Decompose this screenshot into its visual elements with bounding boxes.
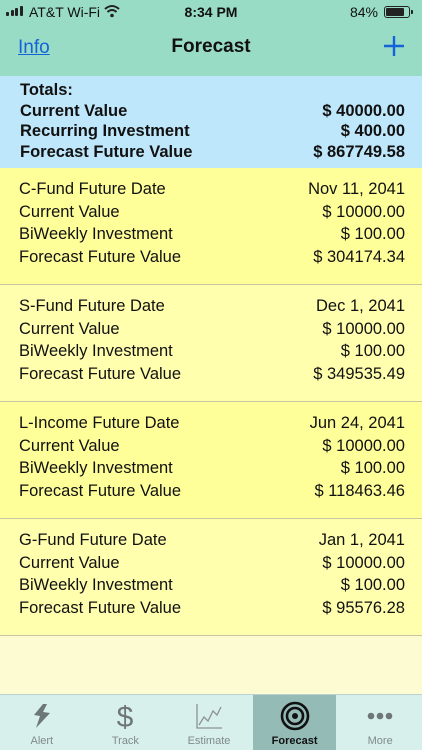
fund-current-label: Current Value	[19, 436, 120, 455]
svg-text:$: $	[117, 701, 134, 731]
fund-date-label: G-Fund Future Date	[19, 531, 167, 549]
fund-invest-label: BiWeekly Investment	[19, 576, 173, 595]
fund-date-label: L-Income Future Date	[19, 414, 180, 432]
fund-invest-value: $ 100.00	[340, 225, 405, 244]
fund-date-value: Jun 24, 2041	[309, 414, 405, 432]
totals-forecast-label: Forecast Future Value	[20, 142, 193, 161]
chart-icon	[196, 704, 222, 729]
totals-recurring-label: Recurring Investment	[20, 122, 190, 140]
fund-current-value: $ 10000.00	[322, 553, 405, 572]
dollar-icon: $	[117, 701, 134, 731]
totals-row: Forecast Future Value $ 867749.58	[20, 142, 405, 163]
fund-current-value: $ 10000.00	[322, 436, 405, 455]
fund-forecast-value: $ 304174.34	[313, 247, 405, 266]
fund-forecast-value: $ 95576.28	[322, 598, 405, 617]
battery-icon	[384, 6, 413, 18]
tab-track[interactable]: $ Track	[84, 695, 168, 750]
tab-label: Forecast	[271, 735, 318, 747]
lightning-icon	[33, 704, 50, 728]
fund-date-value: Jan 1, 2041	[318, 531, 405, 549]
fund-current-value: $ 10000.00	[322, 202, 405, 221]
fund-card-s[interactable]: S-Fund Future Date Dec 1, 2041 Current Va…	[0, 285, 422, 402]
fund-current-label: Current Value	[19, 202, 120, 221]
fund-forecast-label: Forecast Future Value	[19, 247, 182, 266]
page-title: Forecast	[171, 36, 251, 57]
tab-more[interactable]: More	[338, 695, 422, 750]
tab-label: Estimate	[187, 735, 231, 747]
totals-current-value: $ 40000.00	[322, 101, 405, 120]
fund-invest-value: $ 100.00	[340, 459, 405, 478]
fund-forecast-value: $ 118463.46	[314, 481, 405, 500]
totals-row: Current Value $ 40000.00	[20, 101, 405, 122]
battery-percent: 84%	[349, 4, 378, 20]
fund-current-value: $ 10000.00	[322, 319, 405, 338]
fund-date-label: S-Fund Future Date	[19, 297, 165, 315]
fund-card-l-income[interactable]: L-Income Future Date Jun 24, 2041 Current…	[0, 402, 422, 519]
more-icon	[367, 712, 393, 720]
totals-current-label: Current Value	[20, 101, 128, 120]
totals-heading: Totals:	[20, 81, 73, 99]
tab-alert[interactable]: Alert	[0, 695, 84, 750]
totals-panel: Totals: Current Value $ 40000.00 Recurri…	[0, 76, 422, 168]
tab-forecast[interactable]: Forecast	[252, 695, 337, 750]
fund-current-label: Current Value	[19, 319, 120, 338]
totals-heading-row: Totals:	[20, 80, 405, 101]
fund-current-label: Current Value	[19, 553, 120, 572]
fund-invest-label: BiWeekly Investment	[19, 342, 173, 361]
fund-card-c[interactable]: C-Fund Future Date Nov 11, 2041 Current V…	[0, 168, 422, 285]
plus-icon[interactable]	[383, 35, 405, 57]
status-bar: AT&T Wi-Fi 8:34 PM 84%	[0, 0, 422, 24]
fund-forecast-label: Forecast Future Value	[19, 598, 182, 617]
tab-label: Alert	[30, 735, 54, 747]
fund-date-value: Dec 1, 2041	[316, 297, 405, 315]
totals-recurring-value: $ 400.00	[340, 122, 405, 140]
totals-row: Recurring Investment $ 400.00	[20, 121, 405, 142]
tab-bar: Alert $ Track Estimate Forecast More	[0, 694, 422, 750]
fund-invest-value: $ 100.00	[340, 342, 405, 361]
tab-label: Track	[111, 735, 139, 747]
header: AT&T Wi-Fi 8:34 PM 84% Info Forecast	[0, 0, 422, 76]
fund-forecast-value: $ 349535.49	[313, 364, 405, 383]
fund-forecast-label: Forecast Future Value	[19, 364, 182, 383]
fund-invest-label: BiWeekly Investment	[19, 459, 173, 478]
tab-label: More	[367, 735, 393, 747]
totals-forecast-value: $ 867749.58	[313, 142, 405, 161]
fund-invest-label: BiWeekly Investment	[19, 225, 173, 244]
fund-date-label: C-Fund Future Date	[19, 180, 166, 198]
fund-forecast-label: Forecast Future Value	[19, 481, 182, 500]
tab-estimate[interactable]: Estimate	[167, 695, 251, 750]
fund-invest-value: $ 100.00	[340, 576, 405, 595]
fund-date-value: Nov 11, 2041	[308, 180, 405, 198]
fund-card-g[interactable]: G-Fund Future Date Jan 1, 2041 Current Va…	[0, 519, 422, 636]
target-icon	[280, 701, 309, 731]
